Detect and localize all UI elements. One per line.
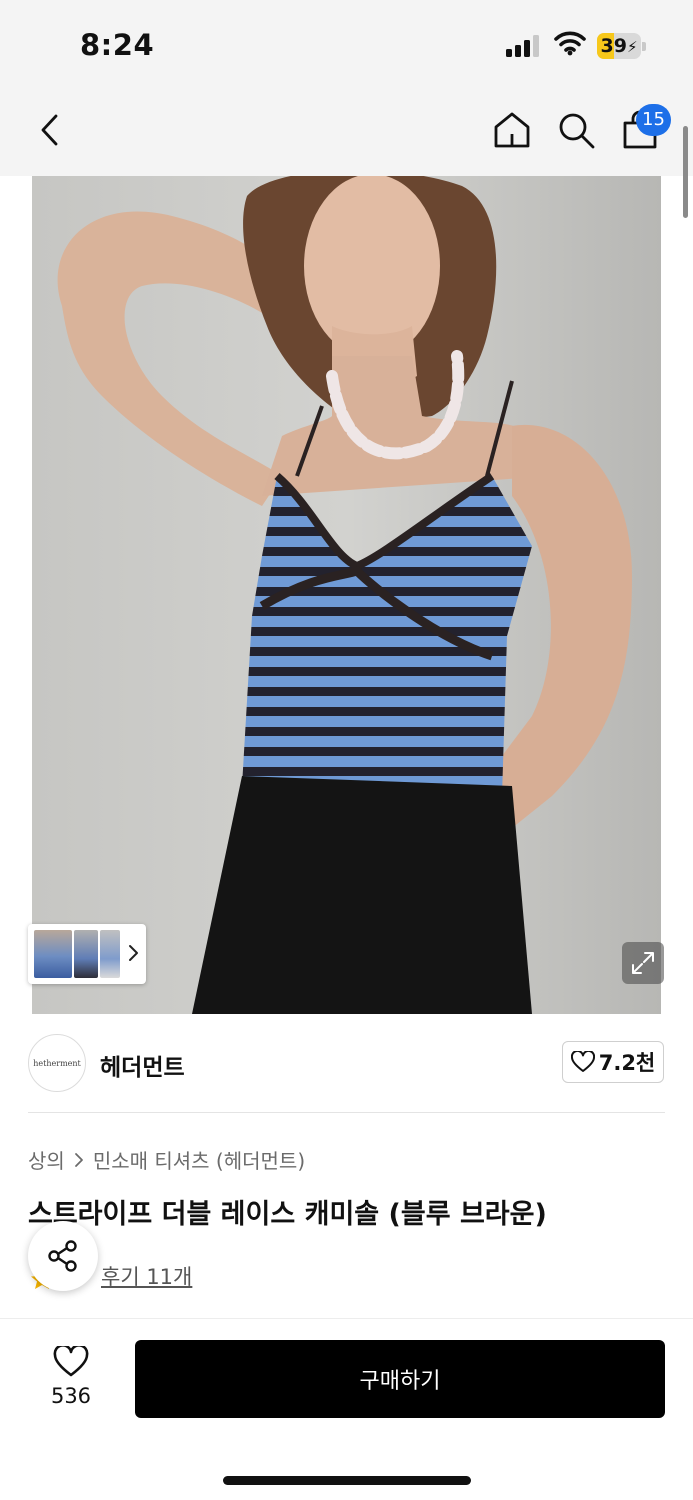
heart-icon xyxy=(53,1346,89,1377)
buy-button[interactable]: 구매하기 xyxy=(135,1340,665,1418)
battery-percent: 39 xyxy=(600,35,627,57)
top-nav xyxy=(0,90,693,176)
chevron-right-icon xyxy=(74,1152,83,1167)
gallery-thumbnails[interactable] xyxy=(28,924,146,984)
seller-logo-text: hetherment xyxy=(33,1058,81,1068)
search-icon xyxy=(559,113,595,149)
scroll-indicator xyxy=(683,126,688,218)
seller-like-button[interactable]: 7.2천 xyxy=(562,1041,664,1083)
battery-charging-icon: 39⚡ xyxy=(597,33,647,59)
home-indicator xyxy=(223,1476,471,1485)
back-button[interactable] xyxy=(28,108,72,152)
seller-like-count: 7.2천 xyxy=(598,1051,656,1075)
seller-logo[interactable]: hetherment xyxy=(28,1034,86,1092)
wishlist-button[interactable]: 536 xyxy=(38,1342,104,1412)
home-icon xyxy=(494,112,530,148)
status-bar: 8:24 39⚡ xyxy=(0,0,693,90)
wishlist-count: 536 xyxy=(50,1384,92,1408)
seller-row: hetherment 헤더먼트 7.2천 xyxy=(0,1014,693,1114)
breadcrumb: 상의 민소매 티셔츠 (헤더먼트) xyxy=(28,1145,305,1174)
thumbnail-1[interactable] xyxy=(34,930,72,978)
breadcrumb-subcategory[interactable]: 민소매 티셔츠 (헤더먼트) xyxy=(93,1145,305,1174)
product-image[interactable] xyxy=(32,176,661,1014)
share-button[interactable] xyxy=(28,1221,98,1291)
status-time: 8:24 xyxy=(80,28,155,62)
back-icon xyxy=(41,114,58,146)
product-title: 스트라이프 더블 레이스 캐미솔 (블루 브라운) xyxy=(28,1199,547,1230)
review-link[interactable]: 후기 11개 xyxy=(101,1261,192,1291)
expand-button[interactable] xyxy=(622,942,664,984)
expand-icon xyxy=(632,952,654,974)
chevron-right-icon[interactable] xyxy=(126,940,142,966)
wifi-icon xyxy=(554,31,586,56)
divider xyxy=(28,1112,665,1113)
search-button[interactable] xyxy=(554,108,598,152)
share-icon xyxy=(48,1240,77,1272)
seller-name[interactable]: 헤더먼트 xyxy=(100,1048,185,1082)
signal-icon xyxy=(506,35,542,57)
breadcrumb-category[interactable]: 상의 xyxy=(28,1145,65,1174)
thumbnail-3[interactable] xyxy=(100,930,120,978)
home-button[interactable] xyxy=(490,108,534,152)
model-photo xyxy=(32,176,661,1014)
cart-count-badge: 15 xyxy=(636,104,671,136)
thumbnail-2[interactable] xyxy=(74,930,98,978)
heart-icon xyxy=(570,1051,595,1072)
